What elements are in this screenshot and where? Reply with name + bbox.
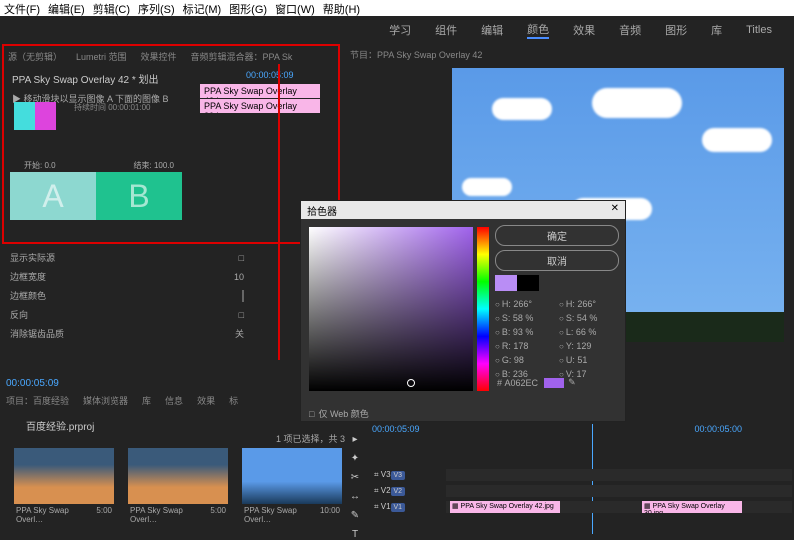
menubar[interactable]: 文件(F) 编辑(E) 剪辑(C) 序列(S) 标记(M) 图形(G) 窗口(W) 帮助(H) xyxy=(0,0,794,16)
effect-row[interactable]: 消除锯齿品质关 xyxy=(2,324,252,343)
source-tab[interactable]: 效果控件 xyxy=(141,50,177,63)
color-value[interactable]: S: 54 % xyxy=(559,313,619,323)
eyedropper-icon[interactable]: ✎ xyxy=(568,377,576,388)
color-value[interactable]: B: 93 % xyxy=(495,327,555,337)
clip-insert[interactable]: PPA Sky Swap Overlay 42.jpg xyxy=(200,84,320,98)
hex-row[interactable]: # A062EC ✎ xyxy=(497,377,576,388)
menu-item[interactable]: 文件(F) xyxy=(4,1,40,15)
color-values: H: 266° H: 266° S: 58 % S: 54 % B: 93 % L: 66… xyxy=(495,299,619,379)
clip-insert[interactable]: PPA Sky Swap Overlay 30.jpg xyxy=(200,99,320,113)
effect-row[interactable]: 边框宽度10 xyxy=(2,267,252,286)
bin-item[interactable]: PPA Sky Swap Overl…10:00 xyxy=(242,448,342,526)
clips-stack: PPA Sky Swap Overlay 42.jpgPPA Sky Swap … xyxy=(200,84,320,114)
project-bins: PPA Sky Swap Overl…5:00PPA Sky Swap Over… xyxy=(14,448,356,526)
color-value[interactable]: G: 98 xyxy=(495,355,555,365)
color-value[interactable]: U: 51 xyxy=(559,355,619,365)
playhead-source-annot xyxy=(276,64,280,360)
project-name: 百度经验.prproj xyxy=(26,418,94,433)
picker-title: 拾色器 xyxy=(307,203,337,217)
ok-button[interactable]: 确定 xyxy=(495,225,619,246)
timeline-tracks: ⌗ V3 V3 ⌗ V2 V2 ⌗ V1 V1▦ PPA Sky Swap Over… xyxy=(368,468,792,516)
hex-swatch xyxy=(544,378,564,388)
color-picker-dialog: 拾色器 ✕ 确定 取消 H: 266° H: 266° S: 58 % S: 54 %… xyxy=(300,200,626,422)
source-panel: 源（无剪辑） Lumetri 范围 效果控件 音频剪辑混合器：PPA Sk PPA S… xyxy=(2,44,340,244)
workspace-tab[interactable]: 颜色 xyxy=(527,21,549,39)
program-tab[interactable]: 节目：PPA Sky Swap Overlay 42 xyxy=(346,44,792,65)
workspace-tab[interactable]: 库 xyxy=(711,22,722,38)
project-tab[interactable]: 媒体浏览器 xyxy=(83,394,128,407)
source-thumbnail[interactable] xyxy=(14,102,56,130)
menu-item[interactable]: 帮助(H) xyxy=(323,1,360,15)
effect-row[interactable]: 显示实际源□ xyxy=(2,248,252,267)
timeline-panel: ▸✦✂↔✎T 00:00:05:0900:00:05:00 ⌗ V3 V3⌗ V… xyxy=(346,424,792,534)
track-row[interactable]: ⌗ V3 V3 xyxy=(368,468,792,482)
close-icon[interactable]: ✕ xyxy=(611,203,619,217)
menu-item[interactable]: 标记(M) xyxy=(183,1,222,15)
workspace-tab[interactable]: Titles xyxy=(746,24,772,36)
cancel-button[interactable]: 取消 xyxy=(495,250,619,271)
seq-timecode: 00:00:05:09 xyxy=(6,378,59,389)
color-value[interactable]: R: 178 xyxy=(495,341,555,351)
selection-info: 1 项已选择，共 3 项 xyxy=(276,432,357,445)
color-b: B xyxy=(96,172,182,220)
menu-item[interactable]: 序列(S) xyxy=(138,1,175,15)
bin-item[interactable]: PPA Sky Swap Overl…5:00 xyxy=(14,448,114,526)
color-ab: A B xyxy=(10,172,182,220)
menu-item[interactable]: 窗口(W) xyxy=(275,1,315,15)
source-tab[interactable]: 源（无剪辑） xyxy=(8,50,62,63)
workspace-tab[interactable]: 组件 xyxy=(435,22,457,38)
workspace-tab[interactable]: 效果 xyxy=(573,22,595,38)
timeline-clip[interactable]: ▦ PPA Sky Swap Overlay 30.jpg xyxy=(642,501,742,513)
menu-item[interactable]: 图形(G) xyxy=(229,1,267,15)
source-tabs[interactable]: 源（无剪辑） Lumetri 范围 效果控件 音频剪辑混合器：PPA Sk xyxy=(4,46,338,67)
project-tab[interactable]: 库 xyxy=(142,394,151,407)
source-timecode: 00:00:05:09 xyxy=(246,70,294,80)
menu-item[interactable]: 剪辑(C) xyxy=(93,1,130,15)
source-tab[interactable]: Lumetri 范围 xyxy=(76,50,127,63)
effect-row[interactable]: 边框颜色 xyxy=(2,286,252,305)
color-value[interactable]: L: 66 % xyxy=(559,327,619,337)
color-value[interactable]: H: 266° xyxy=(495,299,555,309)
web-colors-checkbox[interactable]: 仅 Web 颜色 xyxy=(301,403,625,424)
color-value[interactable]: Y: 129 xyxy=(559,341,619,351)
color-value[interactable]: H: 266° xyxy=(559,299,619,309)
effect-row[interactable]: 反向□ xyxy=(2,305,252,324)
color-cursor[interactable] xyxy=(407,379,415,387)
timeline-tools[interactable]: ▸✦✂↔✎T xyxy=(346,424,364,534)
workspace-tabs[interactable]: 学习 组件 编辑 颜色 效果 音频 图形 库 Titles xyxy=(0,16,794,44)
project-tab[interactable]: 标 xyxy=(229,394,238,407)
hue-strip[interactable] xyxy=(477,227,489,391)
track-row[interactable]: ⌗ V2 V2 xyxy=(368,484,792,498)
new-color-swatch xyxy=(495,275,517,291)
color-field[interactable] xyxy=(309,227,473,391)
project-tabs[interactable]: 项目：百度经验 媒体浏览器 库 信息 效果 标 xyxy=(6,394,252,407)
source-tab[interactable]: 音频剪辑混合器：PPA Sk xyxy=(191,50,293,63)
program-panel: 节目：PPA Sky Swap Overlay 42 xyxy=(346,44,792,65)
old-color-swatch xyxy=(517,275,539,291)
project-tab[interactable]: 效果 xyxy=(197,394,215,407)
bin-item[interactable]: PPA Sky Swap Overl…5:00 xyxy=(128,448,228,526)
color-value[interactable]: S: 58 % xyxy=(495,313,555,323)
timeline-clip[interactable]: ▦ PPA Sky Swap Overlay 42.jpg xyxy=(450,501,560,513)
workspace-tab[interactable]: 图形 xyxy=(665,22,687,38)
timeline-timecode: 00:00:05:09 xyxy=(372,424,420,440)
color-a: A xyxy=(10,172,96,220)
project-tab[interactable]: 项目：百度经验 xyxy=(6,394,69,407)
workspace-tab[interactable]: 编辑 xyxy=(481,22,503,38)
menu-item[interactable]: 编辑(E) xyxy=(48,1,85,15)
effect-properties: 显示实际源□边框宽度10边框颜色反向□消除锯齿品质关 xyxy=(2,248,252,343)
track-row[interactable]: ⌗ V1 V1▦ PPA Sky Swap Overlay 42.jpg▦ PP… xyxy=(368,500,792,514)
workspace-tab[interactable]: 音频 xyxy=(619,22,641,38)
workspace-tab[interactable]: 学习 xyxy=(389,22,411,38)
project-tab[interactable]: 信息 xyxy=(165,394,183,407)
